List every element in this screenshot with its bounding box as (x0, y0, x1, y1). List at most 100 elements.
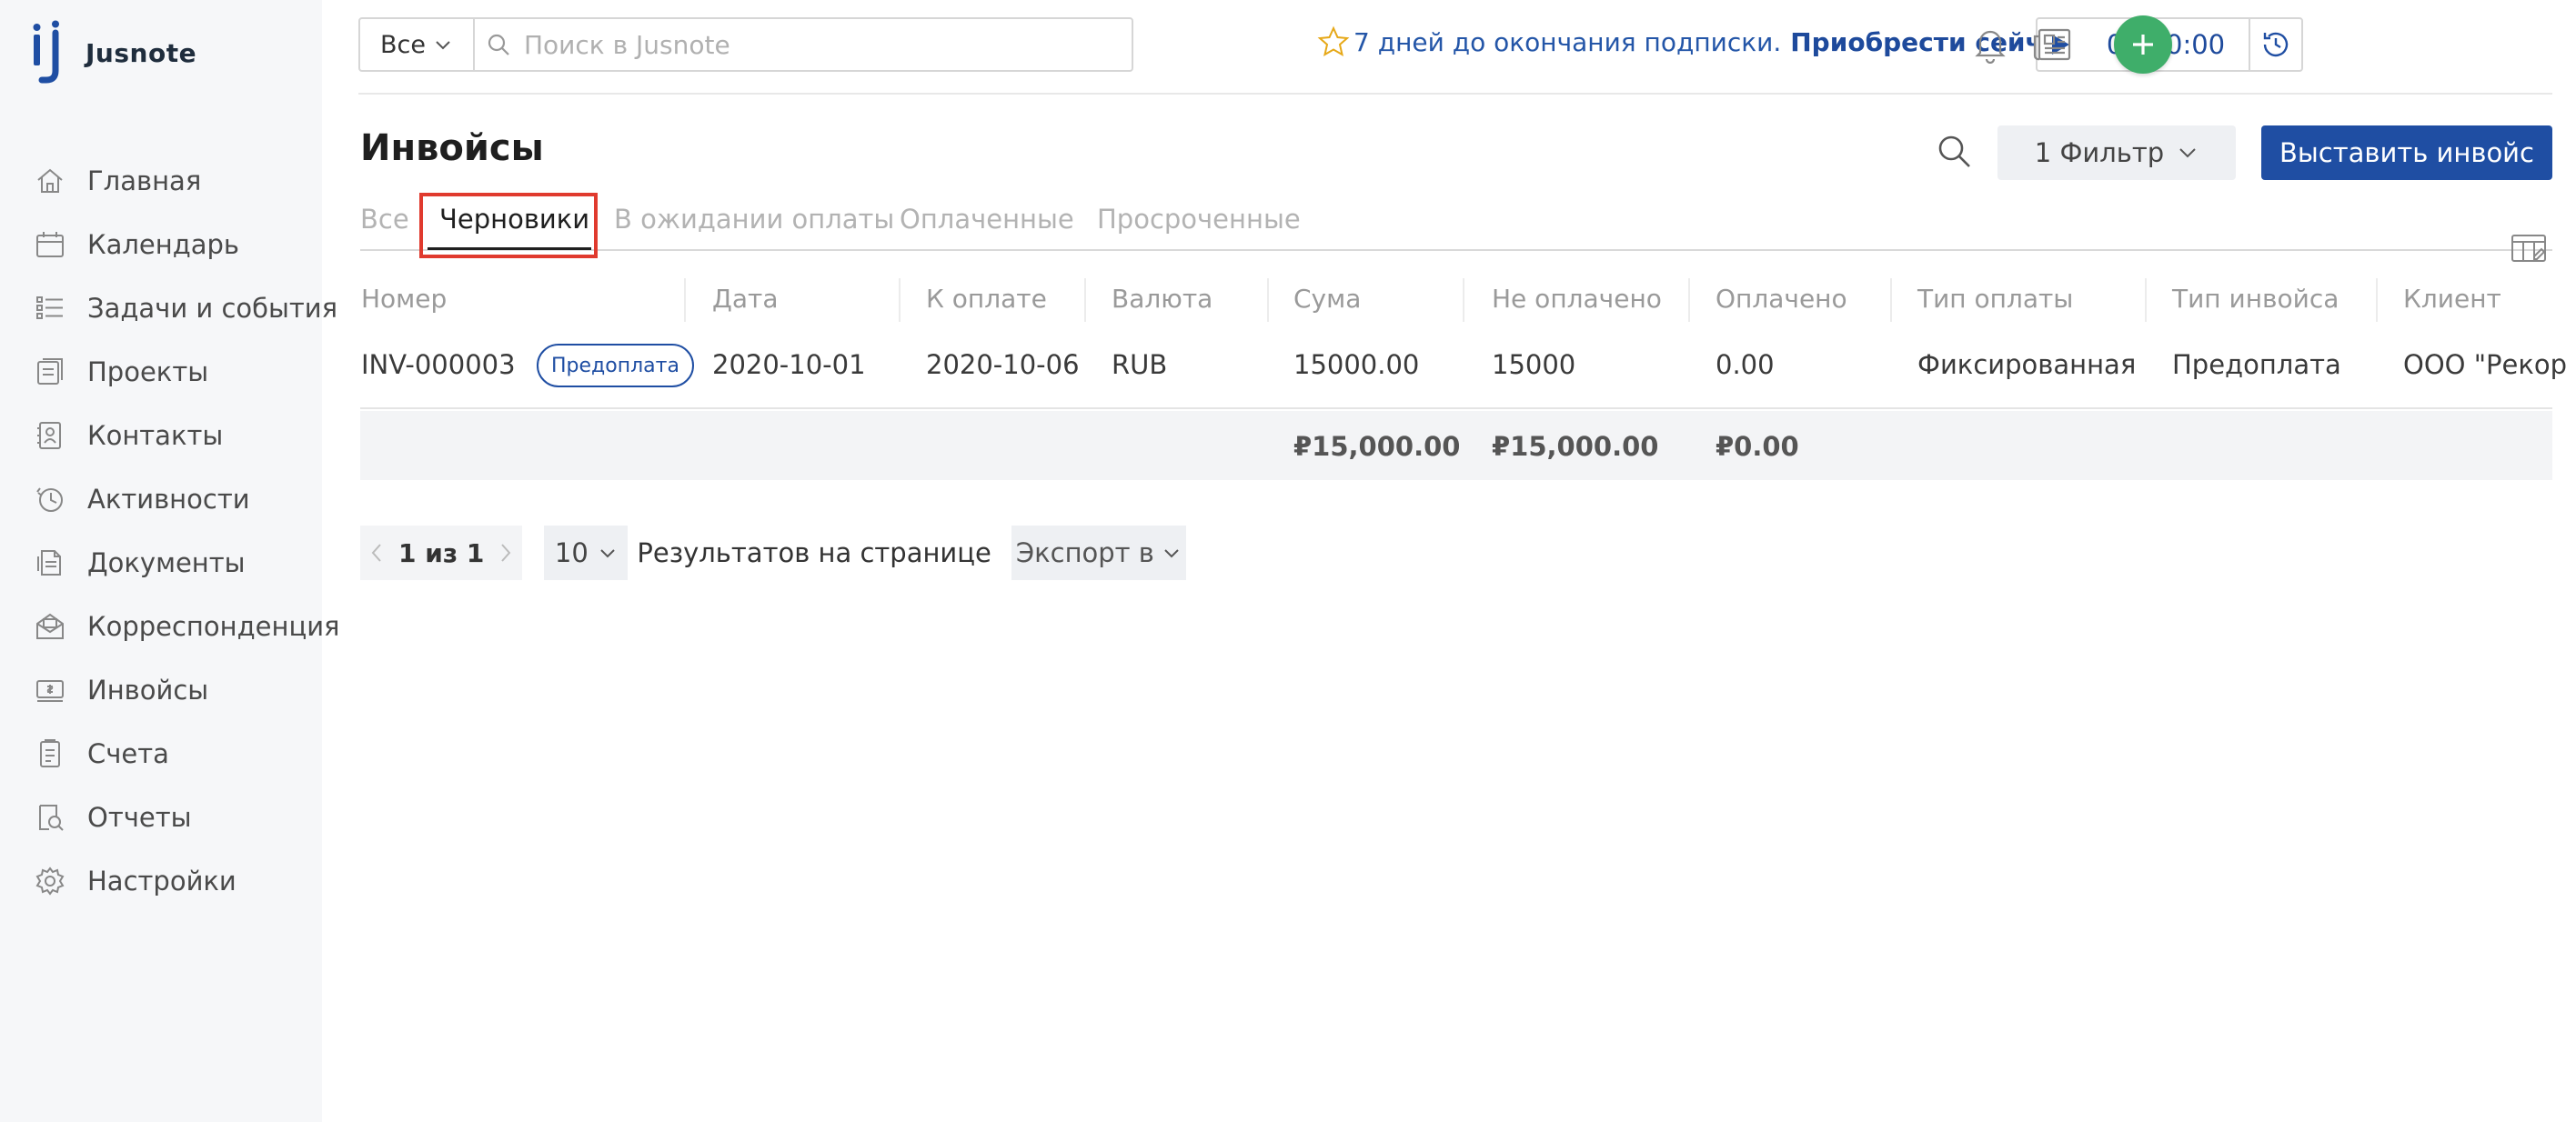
cell-client[interactable]: ООО "Рекор (2403, 349, 2567, 380)
sidebar-item-label: Активности (87, 484, 250, 515)
next-page-button[interactable] (489, 526, 523, 580)
sidebar-item-projects[interactable]: Проекты (33, 340, 339, 404)
export-label: Экспорт в (1015, 537, 1154, 568)
subscription-notice: 7 дней до окончания подписки. Приобрести… (1317, 25, 2075, 58)
tab-highlight-box (419, 193, 598, 258)
cell-payment-type: Фиксированная (1917, 349, 2137, 380)
sidebar-item-label: Документы (87, 547, 246, 578)
sidebar-item-label: Календарь (87, 229, 240, 260)
chevron-right-icon (501, 544, 511, 562)
column-header-currency[interactable]: Валюта (1112, 284, 1213, 314)
news-icon[interactable] (2032, 27, 2072, 62)
add-button[interactable] (2114, 15, 2172, 74)
sidebar-item-label: Отчеты (87, 802, 192, 833)
columns-settings-icon[interactable] (2511, 233, 2547, 264)
column-divider (1463, 278, 1464, 322)
sidebar-item-label: Контакты (87, 420, 224, 451)
pagination: 1 из 1 10 Результатов на странице Экспор… (360, 526, 1186, 580)
sidebar-item-label: Задачи и события (87, 293, 338, 324)
search-scope-value: Все (380, 30, 426, 59)
sidebar-item-label: Корреспонденция (87, 611, 340, 642)
sidebar-item-correspondence[interactable]: Корреспонденция (33, 595, 339, 658)
column-divider (1267, 278, 1269, 322)
sidebar-item-home[interactable]: Главная (33, 149, 339, 213)
search-input[interactable] (524, 29, 1070, 60)
column-header-client[interactable]: Клиент (2403, 284, 2501, 314)
per-page-select[interactable]: 10 (544, 526, 629, 580)
sidebar-item-reports[interactable]: Отчеты (33, 786, 339, 849)
column-divider (899, 278, 901, 322)
tab-overdue[interactable]: Просроченные (1097, 204, 1301, 235)
column-header-due[interactable]: К оплате (926, 284, 1047, 314)
chevron-down-icon (1164, 549, 1179, 558)
bell-icon[interactable] (1972, 25, 2008, 64)
contacts-icon (33, 418, 67, 453)
sidebar-item-documents[interactable]: Документы (33, 531, 339, 595)
sidebar-item-label: Главная (87, 165, 202, 196)
top-bar: Все 7 дней до окончания подписки. Приобр… (358, 0, 2552, 95)
invoice-number-link[interactable]: INV-000003 (361, 349, 516, 380)
chevron-left-icon (371, 544, 381, 562)
column-header-payment-type[interactable]: Тип оплаты (1917, 284, 2073, 314)
app-logo[interactable]: Jusnote (31, 20, 196, 85)
tab-all[interactable]: Все (360, 204, 409, 235)
per-page-value: 10 (554, 537, 589, 568)
column-divider (1084, 278, 1086, 322)
sidebar-item-tasks[interactable]: Задачи и события (33, 276, 339, 340)
issue-invoice-button[interactable]: Выставить инвойс (2261, 125, 2552, 180)
search-field (475, 19, 1132, 70)
column-header-number[interactable]: Номер (361, 284, 447, 314)
export-button[interactable]: Экспорт в (1011, 526, 1186, 580)
page-info: 1 из 1 (393, 526, 490, 580)
column-header-sum[interactable]: Сума (1293, 284, 1361, 314)
sidebar-item-label: Проекты (87, 356, 209, 387)
column-divider (684, 278, 686, 322)
reports-icon (33, 800, 67, 835)
chevron-down-icon (600, 549, 615, 558)
sidebar-item-label: Настройки (87, 866, 236, 897)
cell-invoice-type: Предоплата (2172, 349, 2341, 380)
history-icon (2263, 32, 2289, 57)
prev-page-button[interactable] (360, 526, 393, 580)
invoices-icon (33, 673, 67, 707)
accounts-icon (33, 736, 67, 771)
page-title: Инвойсы (360, 127, 544, 169)
tab-awaiting-payment[interactable]: В ожидании оплаты (614, 204, 894, 235)
column-header-date[interactable]: Дата (712, 284, 779, 314)
search-icon[interactable] (1936, 133, 1972, 169)
tasks-icon (33, 291, 67, 326)
subscription-text: 7 дней до окончания подписки. (1353, 26, 1782, 57)
sidebar-item-label: Счета (87, 738, 169, 769)
search-scope-select[interactable]: Все (360, 19, 475, 70)
prepayment-badge: Предоплата (537, 344, 694, 387)
column-header-unpaid[interactable]: Не оплачено (1492, 284, 1662, 314)
column-header-invoice-type[interactable]: Тип инвойса (2172, 284, 2339, 314)
column-divider (2145, 278, 2147, 322)
total-sum: ₽15,000.00 (1293, 431, 1461, 462)
sidebar-item-settings[interactable]: Настройки (33, 849, 339, 913)
calendar-icon (33, 227, 67, 262)
sidebar-item-calendar[interactable]: Календарь (33, 213, 339, 276)
sidebar-item-contacts[interactable]: Контакты (33, 404, 339, 467)
cell-date: 2020-10-01 (712, 349, 866, 380)
settings-icon (33, 864, 67, 898)
sidebar-item-accounts[interactable]: Счета (33, 722, 339, 786)
sidebar: Jusnote Главная Календарь Задачи и событ… (0, 0, 339, 1122)
tab-paid[interactable]: Оплаченные (900, 204, 1074, 235)
filter-button[interactable]: 1 Фильтр (1997, 125, 2236, 180)
global-search: Все (358, 17, 1133, 72)
column-header-paid[interactable]: Оплачено (1716, 284, 1847, 314)
cell-paid: 0.00 (1716, 349, 1775, 380)
invoice-tabs: Все Черновики В ожидании оплаты Оплаченн… (360, 196, 2552, 251)
filter-label: 1 Фильтр (2034, 137, 2165, 168)
documents-icon (33, 546, 67, 580)
total-unpaid: ₽15,000.00 (1492, 431, 1659, 462)
row-divider (360, 407, 2552, 409)
home-icon (33, 164, 67, 198)
sidebar-item-invoices[interactable]: Инвойсы (33, 658, 339, 722)
sidebar-item-activity[interactable]: Активности (33, 467, 339, 531)
cell-unpaid: 15000 (1492, 349, 1576, 380)
sidebar-item-label: Инвойсы (87, 675, 209, 706)
timer-history-button[interactable] (2249, 19, 2301, 70)
projects-icon (33, 355, 67, 389)
